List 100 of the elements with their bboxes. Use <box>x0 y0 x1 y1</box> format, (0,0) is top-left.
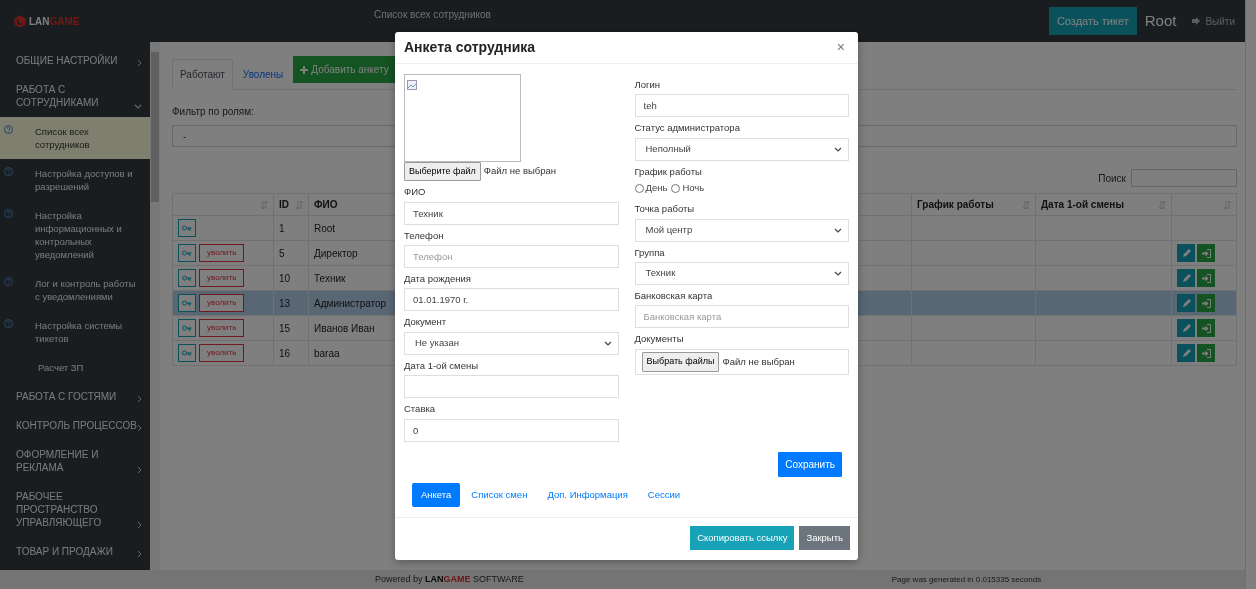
login-button[interactable] <box>1197 319 1215 337</box>
table-cell: 15 <box>273 315 309 341</box>
key-icon <box>182 224 192 232</box>
help-icon <box>4 277 13 286</box>
sidebar-item[interactable]: Лог и контроль работы с уведомлениями <box>0 269 150 311</box>
sidebar-item[interactable]: Настройка системы тикетов <box>0 311 150 353</box>
choose-files-button[interactable]: Выбрать файлы <box>641 352 720 372</box>
pencil-icon <box>1181 248 1191 258</box>
input-field[interactable]: 0 <box>404 418 619 442</box>
column-header[interactable]: ID <box>273 193 309 216</box>
logout-link[interactable]: Выйти <box>1192 13 1235 29</box>
pencil-icon <box>1181 323 1191 333</box>
column-header[interactable]: График работы <box>911 193 1036 216</box>
select-field[interactable]: Неполный <box>634 137 849 161</box>
table-cell: 1 <box>273 215 309 241</box>
fire-button[interactable]: уволить <box>199 244 245 262</box>
column-header[interactable] <box>172 193 274 216</box>
login-button[interactable] <box>1197 269 1215 287</box>
tab[interactable]: Доп. Информация <box>538 482 637 507</box>
file-status: Файл не выбран <box>722 354 795 369</box>
close-button[interactable]: × <box>832 40 849 55</box>
save-button[interactable]: Сохранить <box>778 451 842 477</box>
login-button[interactable] <box>1197 344 1215 362</box>
pencil-icon <box>1181 298 1191 308</box>
sidebar-group[interactable]: ОФОРМЛЕНИЕ И РЕКЛАМА <box>0 440 150 482</box>
column-header[interactable]: Дата 1-ой смены <box>1035 193 1172 216</box>
copy-link-button[interactable]: Скопировать ссылку <box>690 525 795 551</box>
input-field[interactable]: Телефон <box>404 245 619 269</box>
sidebar-group[interactable]: КОНТРОЛЬ ПРОЦЕССОВ <box>0 411 150 440</box>
sidebar-item[interactable]: Расчет ЗП <box>0 353 150 382</box>
tab[interactable]: Анкета <box>412 482 461 507</box>
tab[interactable]: Уволены <box>234 59 292 90</box>
radio-option[interactable]: День <box>634 180 668 196</box>
tab[interactable]: Работают <box>172 59 233 90</box>
key-icon <box>182 324 192 332</box>
login-button[interactable] <box>1197 294 1215 312</box>
column-header[interactable] <box>1171 193 1237 216</box>
tab[interactable]: Список смен <box>462 482 537 507</box>
key-button[interactable] <box>178 344 196 362</box>
field-label: Документы <box>634 333 685 345</box>
field-label: Банковская карта <box>634 290 714 302</box>
login-icon <box>1201 298 1211 308</box>
field-label: Телефон <box>404 229 445 242</box>
key-button[interactable] <box>178 244 196 262</box>
key-button[interactable] <box>178 319 196 337</box>
key-icon <box>182 274 192 282</box>
generation-time: Page was generated in 0.015335 seconds <box>891 573 1042 586</box>
login-icon <box>1201 348 1211 358</box>
sidebar-item[interactable]: Список всех сотрудников <box>0 117 150 159</box>
login-button[interactable] <box>1197 244 1215 262</box>
select-field[interactable]: Мой центр <box>634 218 849 242</box>
edit-button[interactable] <box>1177 344 1195 362</box>
input-field[interactable]: Техник <box>404 201 619 225</box>
key-button[interactable] <box>178 219 196 237</box>
chevron-down-icon <box>834 271 842 276</box>
user-name: Root <box>1144 10 1177 31</box>
sidebar-group[interactable]: ТОВАР И ПРОДАЖИ <box>0 537 150 566</box>
choose-file-button[interactable]: Выберите файл <box>404 161 481 182</box>
input-field[interactable]: Банковская карта <box>634 305 849 329</box>
sidebar-item[interactable]: Настройка доступов и разрешений <box>0 159 150 201</box>
select-field[interactable]: Не указан <box>404 331 619 355</box>
footer-credit: Powered by LANGAME SOFTWARE <box>375 572 524 586</box>
fire-button[interactable]: уволить <box>199 319 245 337</box>
help-icon <box>4 209 13 218</box>
edit-button[interactable] <box>1177 244 1195 262</box>
help-icon <box>4 167 13 176</box>
search-field[interactable] <box>1131 169 1237 187</box>
sidebar-group[interactable]: РАБОТА С ГОСТЯМИ <box>0 382 150 411</box>
table-row[interactable]: уволить <box>172 240 274 266</box>
fire-button[interactable]: уволить <box>199 344 245 362</box>
fire-button[interactable]: уволить <box>199 294 245 312</box>
file-field[interactable]: Выбрать файлы Файл не выбран <box>634 348 849 375</box>
scrollbar[interactable] <box>150 42 160 570</box>
edit-button[interactable] <box>1177 269 1195 287</box>
key-button[interactable] <box>178 269 196 287</box>
input-field[interactable]: 01.01.1970 г. <box>404 288 619 312</box>
field-label: Статус администратора <box>634 122 741 134</box>
input-field[interactable] <box>404 375 619 399</box>
radio-option[interactable]: Ночь <box>671 180 705 196</box>
create-ticket-button[interactable]: Создать тикет <box>1048 6 1137 36</box>
sidebar-group[interactable]: РАБОТА С СОТРУДНИКАМИ <box>0 75 150 117</box>
edit-button[interactable] <box>1177 319 1195 337</box>
edit-button[interactable] <box>1177 294 1195 312</box>
chevron-down-icon <box>603 340 612 346</box>
sidebar-group[interactable]: ОБЩИЕ НАСТРОЙКИ <box>0 46 150 75</box>
table-row[interactable] <box>172 215 274 241</box>
select-field[interactable]: Техник <box>634 262 849 285</box>
close-dialog-button[interactable]: Закрыть <box>799 525 850 551</box>
sidebar-group[interactable]: РАБОЧЕЕ ПРОСТРАНСТВО УПРАВЛЯЮЩЕГО <box>0 482 150 537</box>
pencil-icon <box>1181 348 1191 358</box>
table-row[interactable]: уволить <box>172 290 274 316</box>
table-row[interactable]: уволить <box>172 315 274 341</box>
tab[interactable]: Сессии <box>638 482 690 507</box>
table-row[interactable]: уволить <box>172 265 274 291</box>
add-profile-button[interactable]: Добавить анкету <box>293 56 396 83</box>
key-button[interactable] <box>178 294 196 312</box>
input-field[interactable]: teh <box>634 94 849 118</box>
fire-button[interactable]: уволить <box>199 269 245 287</box>
table-row[interactable]: уволить <box>172 340 274 366</box>
sidebar-item[interactable]: Настройка информационных и контрольных уведомлений <box>0 201 150 269</box>
